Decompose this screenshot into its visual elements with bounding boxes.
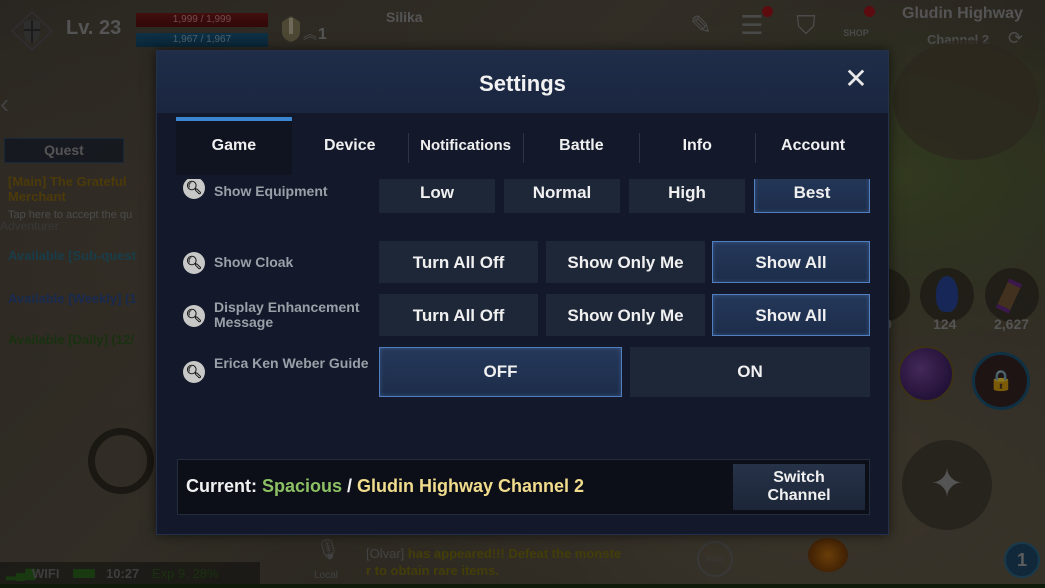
tab-battle[interactable]: Battle — [523, 117, 639, 175]
option-show-all[interactable]: Show All — [712, 294, 870, 336]
option-best[interactable]: Best — [754, 179, 870, 213]
setting-label: Show Equipment — [214, 183, 328, 199]
setting-row-show-cloak: 🔍︎ Show Cloak Turn All Off Show Only Me … — [179, 241, 871, 285]
channel-bar: Current: Spacious / Gludin Highway Chann… — [177, 459, 870, 515]
option-show-only-me[interactable]: Show Only Me — [546, 294, 705, 336]
option-on[interactable]: ON — [630, 347, 870, 397]
option-off[interactable]: OFF — [379, 347, 622, 397]
option-show-all[interactable]: Show All — [712, 241, 870, 283]
dialog-title: Settings — [479, 71, 566, 96]
switch-label-line1: Switch — [773, 469, 825, 486]
setting-row-show-equipment: 🔍︎ Show Equipment Low Normal High Best — [179, 179, 871, 231]
setting-label: Erica Ken Weber Guide — [214, 355, 369, 371]
close-icon[interactable]: ✕ — [842, 65, 870, 93]
tab-game[interactable]: Game — [176, 117, 292, 175]
magnifier-icon[interactable]: 🔍︎ — [183, 252, 205, 274]
setting-row-display-enhancement-message: 🔍︎ Display Enhancement Message Turn All … — [179, 294, 871, 338]
tab-device[interactable]: Device — [292, 117, 408, 175]
magnifier-icon[interactable]: 🔍︎ — [183, 361, 205, 383]
channel-name: Gludin Highway Channel 2 — [357, 476, 585, 496]
magnifier-icon[interactable]: 🔍︎ — [183, 305, 205, 327]
channel-separator: / — [342, 476, 358, 496]
option-turn-all-off[interactable]: Turn All Off — [379, 294, 538, 336]
channel-density: Spacious — [262, 476, 343, 496]
option-high[interactable]: High — [629, 179, 745, 213]
settings-dialog: Settings ✕ Game Device Notifications Bat… — [156, 50, 889, 535]
option-normal[interactable]: Normal — [504, 179, 620, 213]
tab-account[interactable]: Account — [755, 117, 871, 175]
settings-tabs: Game Device Notifications Battle Info Ac… — [176, 117, 871, 175]
tab-notifications[interactable]: Notifications — [407, 117, 524, 175]
option-low[interactable]: Low — [379, 179, 495, 213]
option-turn-all-off[interactable]: Turn All Off — [379, 241, 538, 283]
setting-row-erica-guide: 🔍︎ Erica Ken Weber Guide OFF ON — [179, 347, 871, 397]
channel-prefix: Current: — [186, 476, 262, 496]
option-show-only-me[interactable]: Show Only Me — [546, 241, 705, 283]
tab-info[interactable]: Info — [639, 117, 755, 175]
magnifier-icon[interactable]: 🔍︎ — [183, 179, 205, 199]
switch-channel-button[interactable]: Switch Channel — [733, 464, 865, 510]
current-channel: Current: Spacious / Gludin Highway Chann… — [186, 476, 584, 497]
switch-label-line2: Channel — [767, 487, 831, 504]
setting-label: Display Enhancement Message — [214, 299, 360, 330]
setting-label: Show Cloak — [214, 254, 294, 270]
dialog-header: Settings ✕ — [157, 51, 888, 113]
